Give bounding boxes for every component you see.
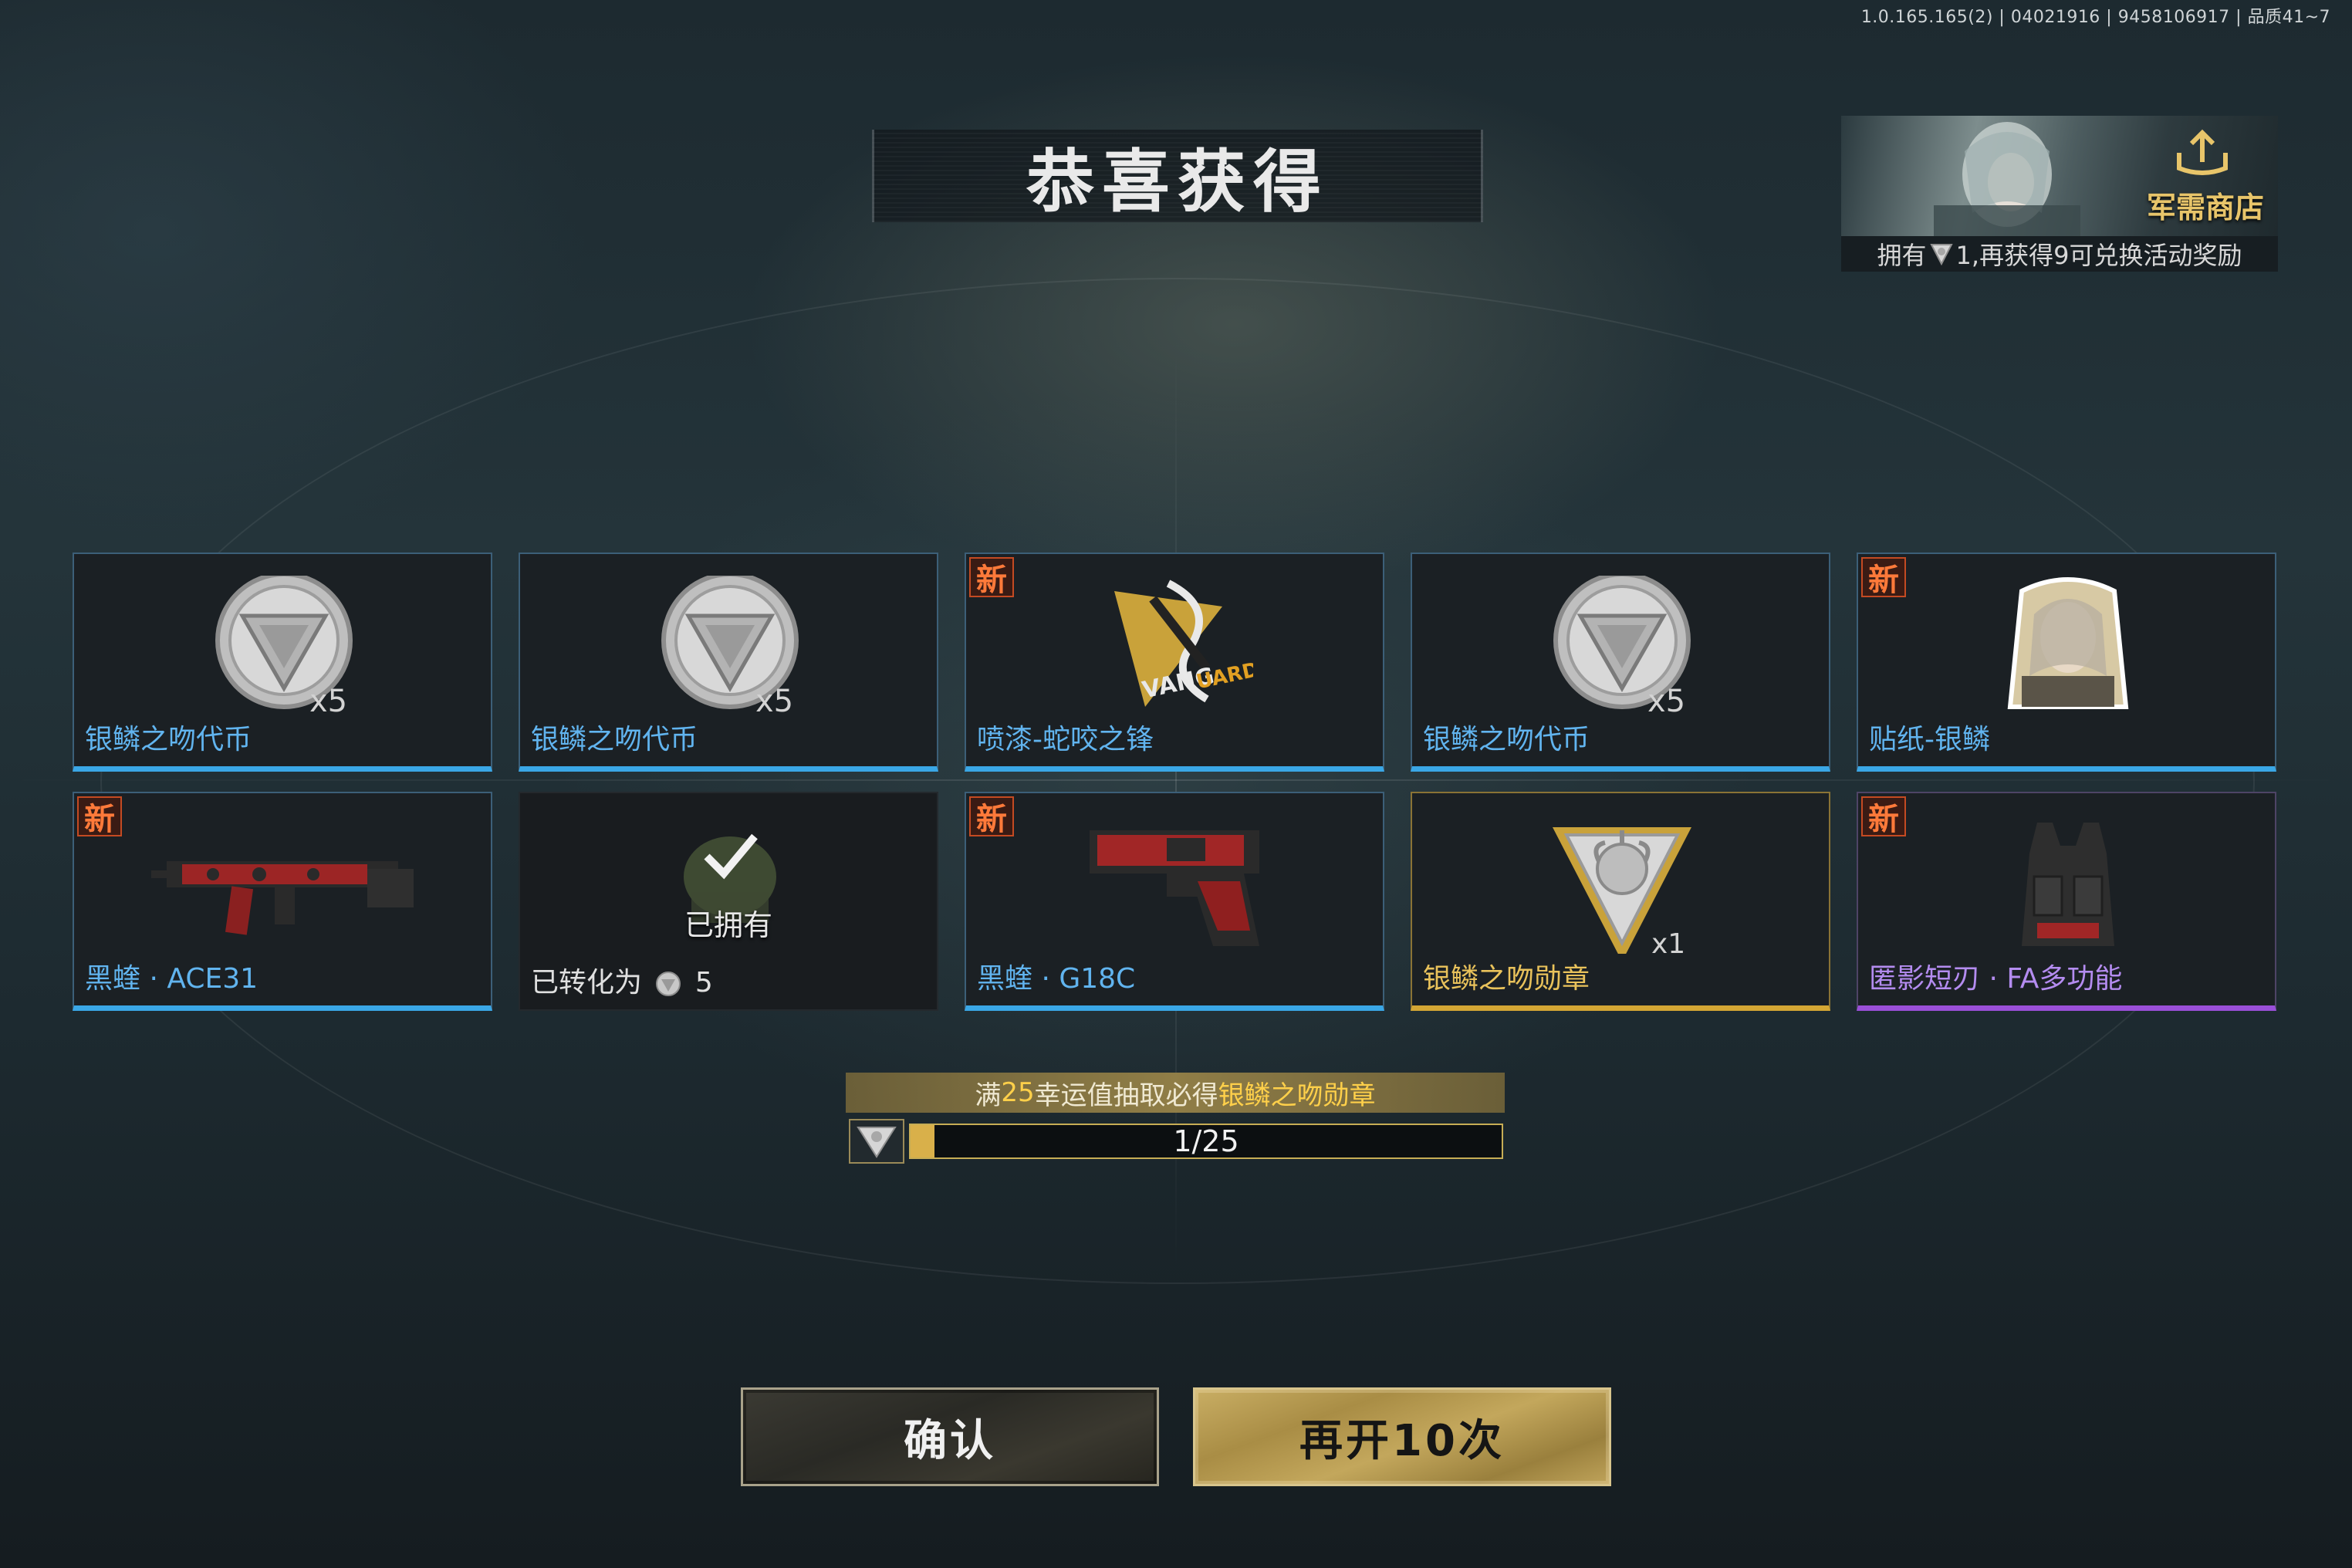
reward-card-7-owned[interactable]: 已拥有 已转化为 5 [519,792,938,1011]
owned-label: 已拥有 [684,908,772,942]
military-shop-widget[interactable]: 军需商店 拥有 1,再获得9可兑换活动奖励 [1841,116,2278,272]
item-name: 银鳞之吻代币 [531,724,698,755]
title-banner: 恭喜获得 [872,130,1483,222]
confirm-button[interactable]: 确认 [741,1387,1159,1486]
item-name: 银鳞之吻勋章 [1423,963,1590,995]
reward-card-3[interactable]: 新 VANG UARD 喷漆-蛇咬之锋 [965,553,1384,772]
checkmark-icon [704,833,758,880]
reward-card-1[interactable]: x5 银鳞之吻代币 [73,553,492,772]
reward-card-4[interactable]: x5 银鳞之吻代币 [1411,553,1830,772]
reward-card-6[interactable]: 新 黑蝰 · ACE31 [73,792,492,1011]
pity-text-2: 幸运值抽取必得 [1034,1080,1218,1111]
item-quantity: x5 [1647,684,1686,719]
new-badge: 新 [1861,796,1906,837]
converted-prefix: 已转化为 [531,967,643,999]
page-title: 恭喜获得 [1026,141,1329,221]
pity-progress-bar: 1/25 [909,1124,1503,1159]
item-quantity: x1 [1651,928,1686,960]
pity-text-item: 银鳞之吻勋章 [1218,1080,1376,1111]
pity-text-num: 25 [1001,1077,1035,1108]
rifle-icon [151,861,414,935]
shop-label: 军需商店 [2146,191,2264,225]
pity-banner: 满 25 幸运值抽取必得 银鳞之吻勋章 [846,1073,1505,1113]
medal-mini-icon [857,1127,897,1158]
silver-coin-mini-icon [656,972,681,996]
reward-card-5[interactable]: 新 贴纸-银鳞 [1857,553,2276,772]
reward-card-10[interactable]: 新 匿影短刃 · FA多功能 [1857,792,2276,1011]
new-badge: 新 [77,796,122,837]
pity-text-1: 满 [975,1080,1002,1111]
shop-banner[interactable]: 军需商店 [1841,116,2278,236]
converted-text: 已转化为 5 [531,960,713,1000]
item-name: 银鳞之吻代币 [85,724,252,755]
reward-card-2[interactable]: x5 银鳞之吻代币 [519,553,938,772]
item-name: 喷漆-蛇咬之锋 [977,724,1154,755]
pistol-icon [1090,830,1259,946]
item-name: 黑蝰 · ACE31 [85,963,259,995]
shop-sub-prefix: 拥有 [1877,241,1927,270]
spray-vanguard-icon: VANG UARD [1114,580,1253,707]
shop-sub-suffix: 1,再获得9可兑换活动奖励 [1955,241,2242,270]
item-quantity: x5 [755,684,794,719]
sticker-portrait-icon [2007,577,2129,709]
new-badge: 新 [1861,557,1906,598]
version-info: 1.0.165.165(2) | 04021916 | 9458106917 |… [1860,8,2330,27]
character-portrait-icon [1934,122,2080,236]
reward-card-8[interactable]: 新 黑蝰 · G18C [965,792,1384,1011]
medal-mini-icon [1929,244,1953,265]
item-name: 贴纸-银鳞 [1869,724,1990,755]
tactical-vest-icon [2022,823,2114,946]
shop-progress-text: 拥有 1,再获得9可兑换活动奖励 [1841,236,2278,272]
reward-card-9[interactable]: x1 银鳞之吻勋章 [1411,792,1830,1011]
item-name: 银鳞之吻代币 [1423,724,1590,755]
item-name: 匿影短刃 · FA多功能 [1869,963,2123,995]
new-badge: 新 [969,796,1014,837]
item-name: 黑蝰 · G18C [977,963,1136,995]
open-again-10-button[interactable]: 再开10次 [1193,1387,1611,1486]
item-quantity: x5 [309,684,348,719]
shop-upgrade-icon [2177,129,2228,175]
scope-horizontal-line [0,779,2352,781]
pity-medal-icon-box [849,1119,904,1164]
new-badge: 新 [969,557,1014,598]
pity-progress-label: 1/25 [1173,1124,1239,1158]
converted-amount: 5 [694,967,713,999]
